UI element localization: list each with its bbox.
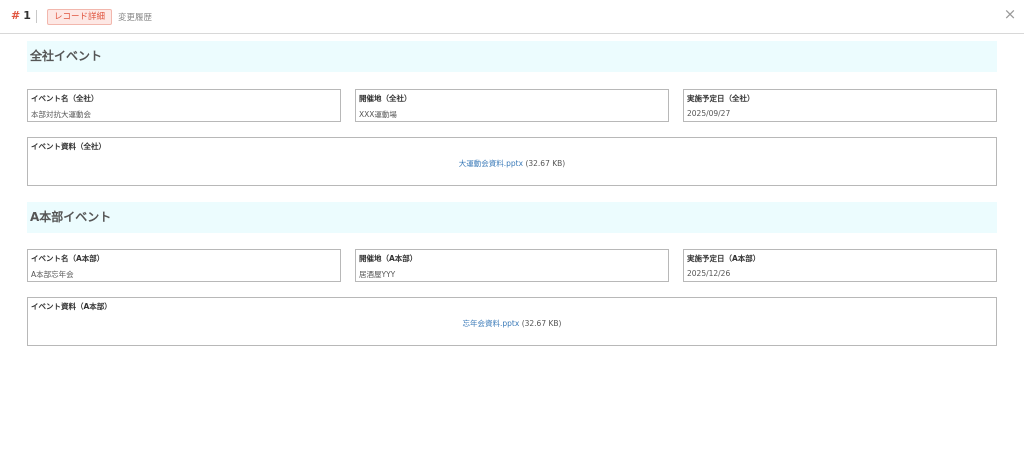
field-date-division-a: 実施予定日（A本部） 2025/12/26 xyxy=(683,249,997,282)
field-label: イベント名（A本部） xyxy=(31,254,105,263)
field-value: XXX運動場 xyxy=(359,110,397,119)
field-value: 2025/09/27 xyxy=(687,109,731,118)
tab-change-history[interactable]: 変更履歴 xyxy=(118,11,152,23)
field-value: A本部忘年会 xyxy=(31,270,74,279)
field-venue-company: 開催地（全社） XXX運動場 xyxy=(355,89,669,122)
field-label: 開催地（全社） xyxy=(359,94,412,103)
file-link[interactable]: 大運動会資料.pptx xyxy=(459,159,523,168)
section-title-company: 全社イベント xyxy=(27,41,997,72)
field-date-company: 実施予定日（全社） 2025/09/27 xyxy=(683,89,997,122)
field-venue-division-a: 開催地（A本部） 居酒屋YYY xyxy=(355,249,669,282)
field-label: 開催地（A本部） xyxy=(359,254,418,263)
field-label: イベント名（全社） xyxy=(31,94,99,103)
file-attachment: 忘年会資料.pptx (32.67 KB) xyxy=(28,318,996,329)
file-attachment: 大運動会資料.pptx (32.67 KB) xyxy=(28,158,996,169)
field-label: イベント資料（A本部） xyxy=(31,302,112,311)
record-hash: # xyxy=(11,9,21,22)
field-value: 本部対抗大運動会 xyxy=(31,110,91,119)
file-link[interactable]: 忘年会資料.pptx xyxy=(463,319,520,328)
record-header: #1 レコード詳細 変更履歴 × xyxy=(0,0,1024,34)
record-number-value: 1 xyxy=(23,9,31,22)
field-event-file-company: イベント資料（全社） 大運動会資料.pptx (32.67 KB) xyxy=(27,137,997,186)
close-icon[interactable]: × xyxy=(1002,5,1018,23)
header-divider xyxy=(36,10,37,23)
tab-record-detail[interactable]: レコード詳細 xyxy=(47,9,113,25)
field-label: イベント資料（全社） xyxy=(31,142,106,151)
file-size: (32.67 KB) xyxy=(521,319,562,328)
field-value: 居酒屋YYY xyxy=(359,270,396,279)
field-event-file-division-a: イベント資料（A本部） 忘年会資料.pptx (32.67 KB) xyxy=(27,297,997,346)
file-size: (32.67 KB) xyxy=(525,159,566,168)
field-event-name-division-a: イベント名（A本部） A本部忘年会 xyxy=(27,249,341,282)
field-label: 実施予定日（A本部） xyxy=(687,254,761,263)
field-value: 2025/12/26 xyxy=(687,269,731,278)
field-event-name-company: イベント名（全社） 本部対抗大運動会 xyxy=(27,89,341,122)
field-label: 実施予定日（全社） xyxy=(687,94,755,103)
record-number: #1 xyxy=(11,9,31,22)
section-title-division-a: A本部イベント xyxy=(27,202,997,233)
